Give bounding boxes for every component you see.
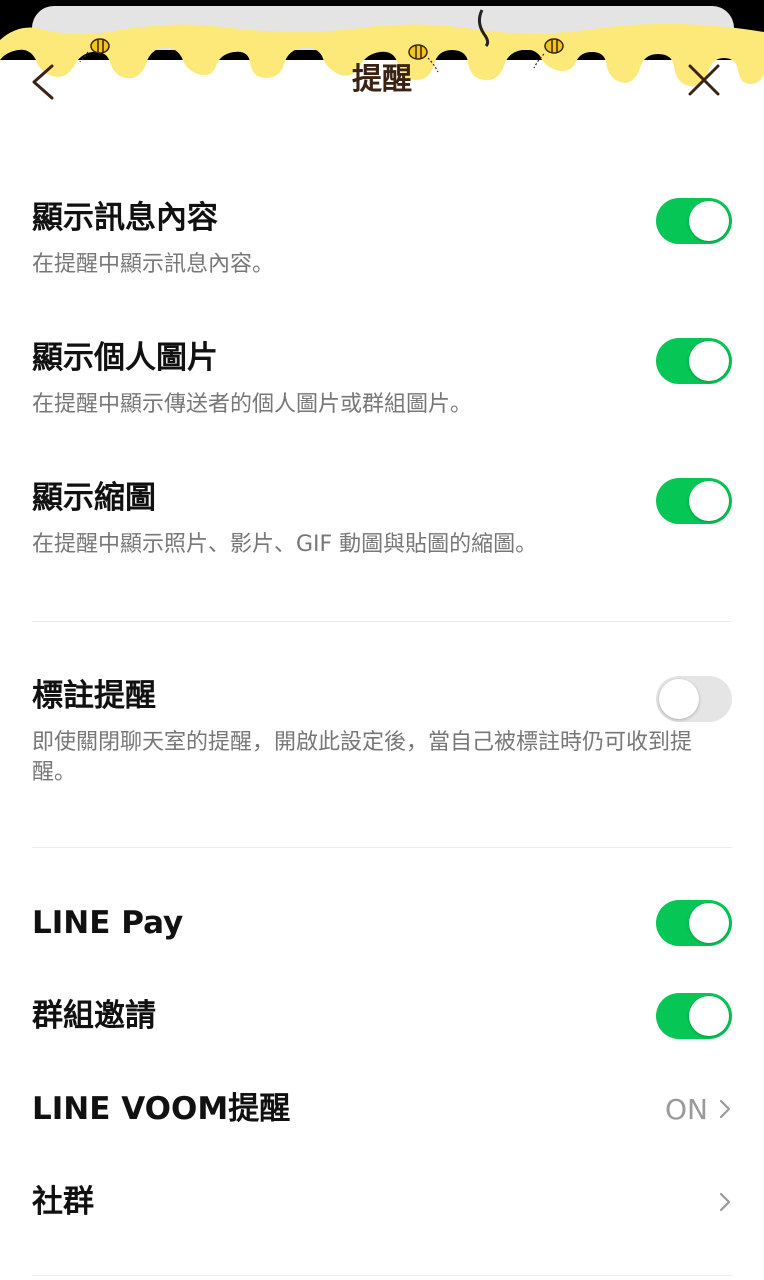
setting-show-profile: 顯示個人圖片 在提醒中顯示傳送者的個人圖片或群組圖片。 [32,338,732,420]
setting-title: 顯示縮圖 [32,480,156,516]
setting-title: LINE Pay [32,905,184,941]
line-voom-nav[interactable]: ON [665,1086,732,1132]
setting-description: 在提醒中顯示訊息內容。 [32,252,275,277]
setting-description: 在提醒中顯示傳送者的個人圖片或群組圖片。 [32,392,473,417]
line-pay-toggle[interactable] [656,900,732,946]
setting-title: 社群 [32,1184,94,1220]
setting-description: 即使關閉聊天室的提醒，開啟此設定後，當自己被標註時仍可收到提醒。 [32,730,693,785]
show-profile-toggle[interactable] [656,338,732,384]
section-divider [32,847,732,848]
setting-title: 群組邀請 [32,998,156,1034]
close-icon [688,64,720,96]
setting-show-thumbnail: 顯示縮圖 在提醒中顯示照片、影片、GIF 動圖與貼圖的縮圖。 [32,478,732,560]
setting-title: 顯示訊息內容 [32,200,218,236]
community-nav[interactable] [718,1179,732,1225]
mention-toggle[interactable] [656,676,732,722]
group-invite-toggle[interactable] [656,993,732,1039]
setting-title: 標註提醒 [32,678,156,714]
setting-line-pay: LINE Pay [32,900,732,946]
setting-show-message: 顯示訊息內容 在提醒中顯示訊息內容。 [32,198,732,280]
toggle-knob [659,679,699,719]
close-button[interactable] [686,62,722,98]
section-divider [32,1275,732,1276]
toggle-knob [689,903,729,943]
toggle-knob [689,481,729,521]
setting-community[interactable]: 社群 [32,1179,732,1225]
show-message-toggle[interactable] [656,198,732,244]
setting-title: LINE VOOM提醒 [32,1091,291,1127]
page-title: 提醒 [352,62,412,97]
toggle-knob [689,341,729,381]
setting-value: ON [665,1092,708,1126]
toggle-knob [689,996,729,1036]
show-thumbnail-toggle[interactable] [656,478,732,524]
chevron-right-icon [719,1099,731,1119]
setting-description: 在提醒中顯示照片、影片、GIF 動圖與貼圖的縮圖。 [32,532,538,557]
toggle-knob [689,201,729,241]
setting-mention: 標註提醒 即使關閉聊天室的提醒，開啟此設定後，當自己被標註時仍可收到提醒。 [32,676,732,788]
setting-title: 顯示個人圖片 [32,340,218,376]
chevron-right-icon [719,1192,731,1212]
setting-line-voom[interactable]: LINE VOOM提醒 ON [32,1086,732,1132]
section-divider [32,621,732,622]
setting-group-invite: 群組邀請 [32,993,732,1039]
